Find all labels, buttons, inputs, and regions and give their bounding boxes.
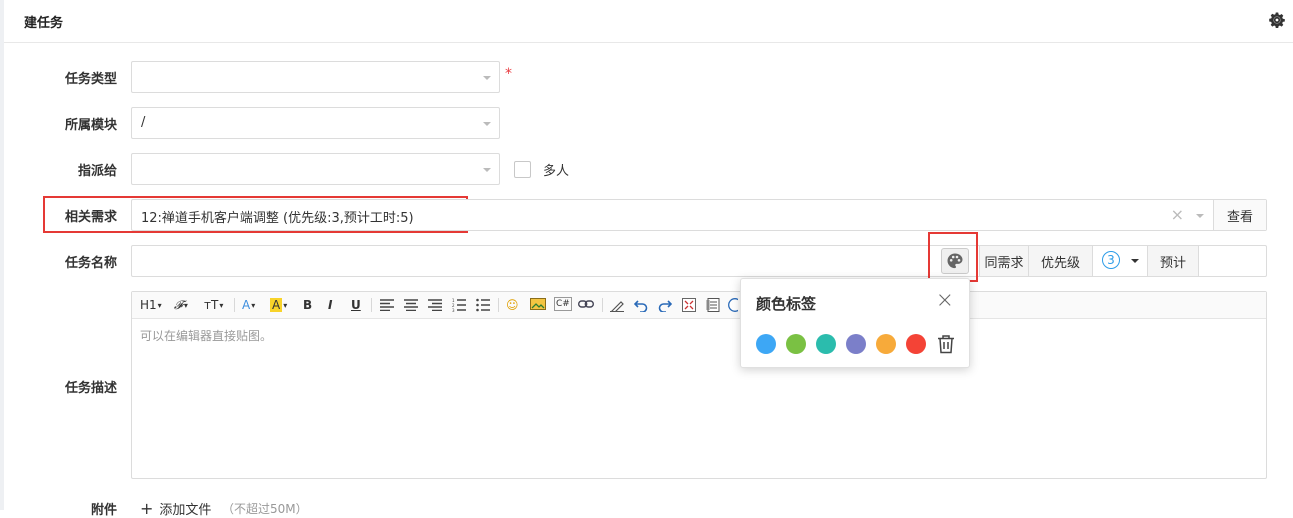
undo-icon[interactable]: [634, 298, 648, 312]
align-left-icon[interactable]: [380, 299, 394, 311]
page-title: 建任务: [24, 16, 64, 31]
add-file-label: 添加文件: [159, 503, 212, 518]
task-name-label: 任务名称: [64, 256, 117, 271]
estimate-label: 预计: [1147, 246, 1198, 276]
color-swatch-green[interactable]: [786, 334, 806, 354]
ordered-list-icon[interactable]: 123: [452, 298, 466, 312]
toolbar-divider: [602, 298, 603, 312]
italic-button[interactable]: I: [328, 295, 332, 315]
editor-toolbar: H1 ▾ 𝓕 ▾ тT ▾ A ▾ A ▾ B I U 123 ☺ C#: [132, 292, 1266, 319]
bullet-list-icon[interactable]: [476, 298, 490, 312]
redo-icon[interactable]: [658, 298, 672, 312]
plus-icon: +: [140, 499, 154, 518]
chevron-down-icon: [483, 122, 491, 126]
clear-icon[interactable]: ×: [1171, 205, 1184, 224]
code-button[interactable]: C#: [554, 297, 572, 311]
color-swatch-red[interactable]: [906, 334, 926, 354]
close-icon[interactable]: ×: [936, 288, 954, 313]
color-label-popover: 颜色标签 ×: [740, 278, 970, 368]
task-name-input[interactable]: [132, 246, 930, 276]
trash-icon[interactable]: [937, 334, 955, 354]
priority-badge: 3: [1102, 251, 1120, 269]
bold-button[interactable]: B: [303, 295, 312, 315]
task-name-group: 同需求 优先级 3 预计: [131, 245, 1267, 277]
link-icon[interactable]: [578, 299, 594, 309]
color-swatch-blue[interactable]: [756, 334, 776, 354]
story-value: 12:禅道手机客户端调整 (优先级:3,预计工时:5): [141, 211, 414, 226]
eraser-icon[interactable]: [610, 298, 624, 312]
font-family-button[interactable]: 𝓕 ▾: [174, 295, 188, 315]
highlight-color-button[interactable]: A ▾: [270, 295, 287, 315]
description-editor[interactable]: H1 ▾ 𝓕 ▾ тT ▾ A ▾ A ▾ B I U 123 ☺ C# 可以在编辑器直接…: [131, 291, 1267, 479]
add-file-button[interactable]: + 添加文件: [140, 499, 211, 518]
chevron-down-icon: [1196, 214, 1204, 218]
color-button-highlight-box: [928, 232, 978, 282]
color-swatch-teal[interactable]: [816, 334, 836, 354]
toolbar-divider: [498, 298, 499, 312]
heading-button[interactable]: H1 ▾: [140, 295, 162, 315]
align-right-icon[interactable]: [428, 299, 442, 311]
description-label: 任务描述: [64, 381, 117, 396]
module-label: 所属模块: [64, 118, 117, 133]
left-edge: [0, 0, 4, 510]
assign-to-select[interactable]: [131, 153, 500, 185]
priority-label: 优先级: [1028, 246, 1092, 276]
chevron-down-icon: [483, 168, 491, 172]
help-icon[interactable]: [728, 298, 738, 312]
story-label: 相关需求: [64, 210, 117, 225]
task-type-select[interactable]: [131, 61, 500, 93]
underline-button[interactable]: U: [351, 295, 361, 315]
module-value: /: [141, 115, 146, 130]
same-as-story-button[interactable]: 同需求: [979, 246, 1028, 276]
image-icon[interactable]: [530, 298, 546, 312]
task-type-label: 任务类型: [64, 72, 117, 87]
emoticon-button[interactable]: ☺: [506, 295, 519, 315]
svg-text:3: 3: [452, 308, 455, 312]
editor-placeholder: 可以在编辑器直接贴图。: [140, 329, 273, 343]
file-size-limit: （不超过50M）: [222, 502, 308, 516]
font-color-button[interactable]: A ▾: [242, 295, 255, 315]
color-swatch-purple[interactable]: [846, 334, 866, 354]
estimate-input[interactable]: [1198, 246, 1266, 276]
fullscreen-icon[interactable]: [682, 298, 696, 312]
attachment-label: 附件: [90, 503, 117, 518]
toolbar-divider: [371, 298, 372, 312]
popover-title: 颜色标签: [756, 295, 817, 313]
required-mark: *: [505, 66, 512, 82]
module-select[interactable]: /: [131, 107, 500, 139]
story-select[interactable]: 12:禅道手机客户端调整 (优先级:3,预计工时:5) × 查看: [131, 199, 1267, 231]
align-center-icon[interactable]: [404, 299, 418, 311]
multi-assign-label: 多人: [543, 164, 570, 179]
page-header: 建任务: [4, 0, 1293, 43]
view-story-button[interactable]: 查看: [1213, 200, 1266, 230]
template-icon[interactable]: [706, 298, 720, 312]
chevron-down-icon: [1131, 259, 1139, 263]
font-size-button[interactable]: тT ▾: [204, 295, 223, 315]
gear-icon[interactable]: [1269, 12, 1285, 28]
color-swatch-orange[interactable]: [876, 334, 896, 354]
priority-select[interactable]: 3: [1092, 246, 1147, 276]
toolbar-divider: [234, 298, 235, 312]
multi-assign-checkbox[interactable]: [514, 161, 531, 178]
chevron-down-icon: [483, 76, 491, 80]
assign-to-label: 指派给: [77, 164, 117, 179]
